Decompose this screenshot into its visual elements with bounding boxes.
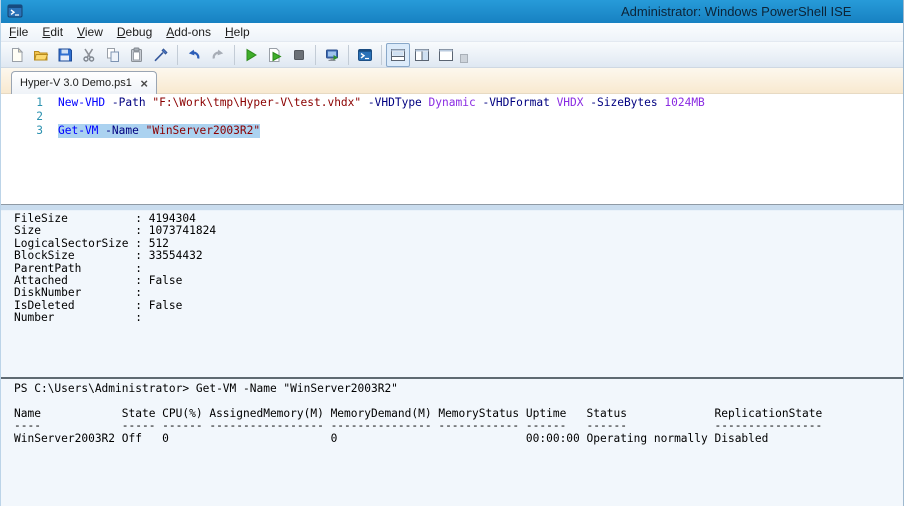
window-title: Administrator: Windows PowerShell ISE xyxy=(621,4,851,19)
new-remote-powershell-tab-button[interactable] xyxy=(320,43,344,67)
line-number: 2 xyxy=(1,110,43,124)
code-line[interactable]: 1 New-VHD -Path "F:\Work\tmp\Hyper-V\test… xyxy=(1,96,903,110)
show-script-pane-top-button[interactable] xyxy=(386,43,410,67)
console-text: PS C:\Users\Administrator> Get-VM -Name … xyxy=(1,379,903,445)
menu-item-view[interactable]: View xyxy=(77,25,103,39)
line-number: 1 xyxy=(1,96,43,110)
layout-script-top-icon xyxy=(390,47,406,63)
paste-button[interactable] xyxy=(125,43,149,67)
run-script-button[interactable] xyxy=(239,43,263,67)
toolbar-separator xyxy=(348,45,349,65)
menu-bar: File Edit View Debug Add-ons Help xyxy=(1,23,903,42)
tab-close-icon[interactable]: × xyxy=(140,77,148,90)
redo-button[interactable] xyxy=(206,43,230,67)
new-script-icon xyxy=(9,47,25,63)
undo-button[interactable] xyxy=(182,43,206,67)
show-script-pane-right-button[interactable] xyxy=(410,43,434,67)
toolbar xyxy=(1,42,903,68)
title-bar: Administrator: Windows PowerShell ISE xyxy=(1,0,903,23)
powershell-app-icon xyxy=(7,3,23,19)
stop-icon xyxy=(291,47,307,63)
code-line[interactable]: 3 Get-VM -Name "WinServer2003R2" xyxy=(1,124,903,138)
layout-script-maximized-icon xyxy=(438,47,454,63)
remote-tab-monitor-icon xyxy=(324,47,340,63)
powershell-ise-window: Administrator: Windows PowerShell ISE Fi… xyxy=(0,0,904,506)
save-floppy-icon xyxy=(57,47,73,63)
script-editor-pane[interactable]: 1 New-VHD -Path "F:\Work\tmp\Hyper-V\test… xyxy=(1,94,903,204)
toolbar-separator xyxy=(381,45,382,65)
new-script-button[interactable] xyxy=(5,43,29,67)
toolbar-separator xyxy=(234,45,235,65)
menu-item-file[interactable]: File xyxy=(9,25,28,39)
paste-clipboard-icon xyxy=(129,47,145,63)
tab-hyperv-demo[interactable]: Hyper-V 3.0 Demo.ps1 × xyxy=(11,71,157,94)
copy-button[interactable] xyxy=(101,43,125,67)
output-pane[interactable]: FileSize : 4194304 Size : 1073741824 Log… xyxy=(1,211,903,377)
toolbar-separator xyxy=(177,45,178,65)
menu-item-edit[interactable]: Edit xyxy=(42,25,63,39)
selected-code-text: Get-VM -Name "WinServer2003R2" xyxy=(58,124,260,138)
open-folder-icon xyxy=(33,47,49,63)
run-selection-button[interactable] xyxy=(263,43,287,67)
output-text: FileSize : 4194304 Size : 1073741824 Log… xyxy=(1,211,903,325)
clear-pane-icon xyxy=(153,47,169,63)
cut-button[interactable] xyxy=(77,43,101,67)
run-icon xyxy=(243,47,259,63)
menu-item-addons[interactable]: Add-ons xyxy=(166,25,211,39)
show-script-pane-maximized-button[interactable] xyxy=(434,43,458,67)
powershell-console-icon xyxy=(357,47,373,63)
editor-output-splitter[interactable] xyxy=(1,204,903,211)
start-powershell-button[interactable] xyxy=(353,43,377,67)
layout-script-right-icon xyxy=(414,47,430,63)
console-pane[interactable]: PS C:\Users\Administrator> Get-VM -Name … xyxy=(1,379,903,506)
code-text: New-VHD -Path "F:\Work\tmp\Hyper-V\test.… xyxy=(58,96,705,110)
cut-scissors-icon xyxy=(81,47,97,63)
script-tab-bar: Hyper-V 3.0 Demo.ps1 × xyxy=(1,68,903,94)
code-line[interactable]: 2 xyxy=(1,110,903,124)
menu-item-help[interactable]: Help xyxy=(225,25,250,39)
save-button[interactable] xyxy=(53,43,77,67)
redo-icon xyxy=(210,47,226,63)
line-number: 3 xyxy=(1,124,43,138)
clear-output-pane-button[interactable] xyxy=(149,43,173,67)
undo-icon xyxy=(186,47,202,63)
run-selection-icon xyxy=(267,47,283,63)
stop-operation-button[interactable] xyxy=(287,43,311,67)
menu-item-debug[interactable]: Debug xyxy=(117,25,152,39)
toolbar-separator xyxy=(315,45,316,65)
open-script-button[interactable] xyxy=(29,43,53,67)
tab-label: Hyper-V 3.0 Demo.ps1 xyxy=(20,77,134,89)
toolbar-overflow-icon xyxy=(460,54,468,63)
copy-icon xyxy=(105,47,121,63)
